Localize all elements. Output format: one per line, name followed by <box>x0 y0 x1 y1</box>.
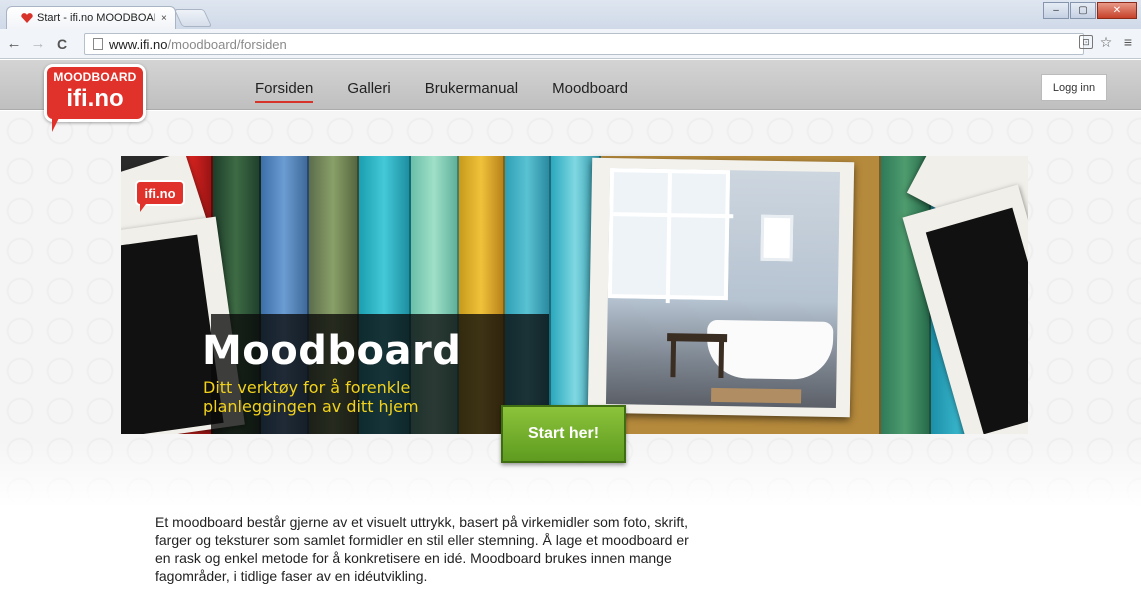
hero-small-logo-tail <box>140 204 152 212</box>
url-text: www.ifi.no/moodboard/forsiden <box>109 37 287 52</box>
new-tab-button[interactable] <box>173 9 213 27</box>
hero-subtitle: Ditt verktøy for å forenkle planlegginge… <box>203 378 419 416</box>
bathroom-scene <box>605 168 841 409</box>
address-bar[interactable]: www.ifi.no/moodboard/forsiden <box>84 33 1084 55</box>
window-controls: – ▢ ✕ <box>1042 2 1137 19</box>
menu-icon[interactable]: ≡ <box>1119 33 1137 51</box>
minimize-button[interactable]: – <box>1043 2 1069 19</box>
tab-close-icon[interactable]: × <box>161 13 167 24</box>
url-host: www.ifi.no <box>109 36 168 52</box>
url-path: /moodboard/forsiden <box>167 36 287 52</box>
login-button[interactable]: Logg inn <box>1041 74 1107 101</box>
tab-title: Start - ifi.no MOODBOARD <box>37 12 155 24</box>
bathroom-window <box>607 168 734 304</box>
hero-small-logo: ifi.no <box>135 180 185 206</box>
heart-favicon-icon <box>21 13 33 23</box>
main-nav: Forsiden Galleri Brukermanual Moodboard <box>255 80 662 103</box>
nav-item-forsiden[interactable]: Forsiden <box>255 80 314 103</box>
toolbar-right: ⊡ ☆ ≡ <box>1079 33 1141 51</box>
bathroom-photo <box>587 157 855 418</box>
logo-top-text: MOODBOARD <box>53 70 137 84</box>
intro-paragraph: Et moodboard består gjerne av et visuelt… <box>155 514 689 584</box>
browser-toolbar: ← → C www.ifi.no/moodboard/forsiden ⊡ ☆ … <box>0 29 1141 59</box>
wall-picture <box>760 214 794 262</box>
extension-icon[interactable]: ⊡ <box>1079 35 1093 49</box>
bathtub <box>706 319 834 380</box>
maximize-button[interactable]: ▢ <box>1070 2 1096 19</box>
hero-title: Moodboard <box>202 328 462 374</box>
forward-button[interactable]: → <box>28 34 48 54</box>
nav-item-brukermanual[interactable]: Brukermanual <box>425 80 518 103</box>
back-button[interactable]: ← <box>4 34 24 54</box>
reload-button[interactable]: C <box>52 34 72 54</box>
browser-tabstrip: Start - ifi.no MOODBOARD × – ▢ ✕ <box>0 0 1141 29</box>
close-window-button[interactable]: ✕ <box>1097 2 1137 19</box>
logo-main-text: ifi.no <box>66 85 124 112</box>
logo-speech-tail <box>52 112 72 132</box>
page-icon <box>93 38 103 50</box>
browser-tab[interactable]: Start - ifi.no MOODBOARD × <box>6 6 176 29</box>
start-here-button[interactable]: Start her! <box>501 405 626 463</box>
nav-item-galleri[interactable]: Galleri <box>347 80 390 103</box>
bath-rug <box>711 387 802 404</box>
nav-item-moodboard[interactable]: Moodboard <box>552 80 628 103</box>
bookmark-star-icon[interactable]: ☆ <box>1097 33 1115 51</box>
